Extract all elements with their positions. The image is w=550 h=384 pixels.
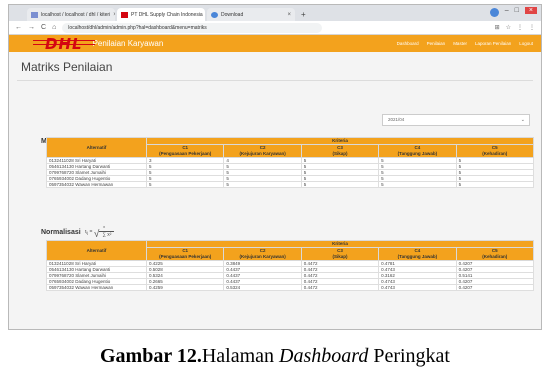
forward-icon[interactable]: → — [28, 24, 35, 31]
criteria-name: (Kehadiran) — [482, 151, 508, 156]
dhl-favicon-icon — [121, 11, 128, 18]
extensions-icon[interactable]: ⋮ — [517, 24, 523, 31]
criteria-col-header: C3 (Sikap) — [300, 247, 380, 261]
alternatif-header: Alternatif — [46, 137, 147, 158]
value-cell: 0.4207 — [455, 284, 535, 291]
maximize-icon[interactable]: □ — [515, 7, 519, 14]
new-tab-icon[interactable]: + — [301, 10, 306, 19]
minimize-icon[interactable]: – — [505, 7, 509, 14]
bookmark-star-icon[interactable]: ☆ — [506, 24, 511, 31]
dhl-logo[interactable]: DHL — [33, 36, 95, 51]
matriks-table: Alternatif Kriteria C1 (Penguasaan Pekerj… — [46, 137, 535, 188]
kriteria-header: Kriteria — [146, 240, 534, 248]
nav-item-logout[interactable]: Logout — [519, 41, 533, 46]
value-cell: 0.4472 — [300, 284, 380, 291]
nav-item-penilaian[interactable]: Penilaian — [427, 41, 446, 46]
profile-avatar-icon[interactable] — [490, 8, 499, 17]
browser-toolbar-icons: ⊞ ☆ ⋮ ⋮ — [495, 24, 535, 31]
phpmyadmin-icon — [31, 11, 38, 18]
translate-icon[interactable]: ⊞ — [495, 24, 500, 31]
value-cell: 5 — [145, 181, 225, 188]
criteria-col-header: C5 (Kehadiran) — [455, 144, 535, 158]
value-cell: 5 — [455, 181, 535, 188]
value-cell: 5 — [300, 181, 380, 188]
menu-icon[interactable]: ⋮ — [529, 24, 535, 31]
app-title[interactable]: Penilaian Karyawan — [93, 39, 164, 48]
browser-tab-active[interactable]: PT DHL Supply Chain Indonesia × — [117, 8, 205, 21]
window-close-icon[interactable]: × — [524, 7, 537, 14]
page-title: Matriks Penilaian — [21, 60, 113, 74]
browser-tab[interactable]: localhost / localhost / dhl / kiteri × — [27, 8, 115, 21]
criteria-name: (Tanggung Jawab) — [397, 254, 438, 259]
table-row: 0597354032 Wawan Hermawan 5 5 5 5 5 — [46, 181, 535, 188]
value-cell: 0.4743 — [378, 284, 457, 291]
reload-icon[interactable]: C — [41, 24, 46, 31]
value-cell: 0.4259 — [145, 284, 225, 291]
criteria-col-header: C1 (Penguasaan Pekerjaan) — [145, 144, 225, 158]
download-icon — [211, 11, 218, 18]
criteria-name: (Penguasaan Pekerjaan) — [159, 151, 212, 156]
normalisasi-section-heading: Normalisasi r ij = x √ ∑ x² — [39, 224, 115, 240]
nav-item-master[interactable]: Master — [453, 41, 467, 46]
value-cell: 5 — [378, 181, 457, 188]
normalisasi-table: Alternatif Kriteria C1 (Penguasaan Pekerj… — [46, 240, 535, 291]
criteria-name: (Tanggung Jawab) — [397, 151, 438, 156]
window-controls: – □ × — [505, 7, 537, 14]
value-cell: 5 — [223, 181, 302, 188]
criteria-name: (Kehadiran) — [482, 254, 508, 259]
criteria-name: (Sikap) — [332, 151, 348, 156]
criteria-col-header: C2 (Kejujuran Karyawan) — [223, 144, 302, 158]
home-icon[interactable]: ⌂ — [52, 24, 56, 31]
tab-label: Download — [221, 11, 244, 18]
criteria-name: (Sikap) — [332, 254, 348, 259]
tab-label: PT DHL Supply Chain Indonesia — [131, 11, 203, 18]
close-icon[interactable]: × — [113, 12, 115, 18]
period-select[interactable]: 2021/04 ⌄ — [382, 114, 530, 126]
nav-menu: Dashboard Penilaian Master Laporan Penil… — [397, 41, 541, 46]
criteria-col-header: C3 (Sikap) — [300, 144, 380, 158]
criteria-col-header: C4 (Tanggung Jawab) — [378, 247, 457, 261]
criteria-col-header: C4 (Tanggung Jawab) — [378, 144, 457, 158]
chevron-down-icon: ⌄ — [520, 117, 525, 123]
alternative-cell: 0597354032 Wawan Hermawan — [46, 181, 147, 188]
tab-label: localhost / localhost / dhl / kiteri — [41, 11, 111, 18]
alternatif-header: Alternatif — [46, 240, 147, 261]
browser-tab-bar: localhost / localhost / dhl / kiteri × P… — [9, 5, 541, 21]
value-cell: 0.5324 — [223, 284, 302, 291]
figure-caption: Gambar 12.Halaman Dashboard Peringkat — [0, 345, 550, 368]
caption-prefix: Gambar 12. — [100, 345, 202, 367]
back-icon[interactable]: ← — [15, 24, 22, 31]
app-navbar: DHL Penilaian Karyawan Dashboard Penilai… — [9, 35, 541, 52]
nav-item-dashboard[interactable]: Dashboard — [397, 41, 419, 46]
period-select-value: 2021/04 — [388, 117, 405, 122]
browser-tab[interactable]: Download × — [207, 8, 295, 21]
criteria-col-header: C1 (Penguasaan Pekerjaan) — [145, 247, 225, 261]
alternative-cell: 0597354032 Wawan Hermawan — [46, 284, 147, 291]
caption-text-a: Halaman — [201, 345, 280, 367]
criteria-col-header: C5 (Kehadiran) — [455, 247, 535, 261]
nav-item-laporan[interactable]: Laporan Penilaian — [475, 41, 511, 46]
caption-text-b: Peringkat — [368, 345, 450, 367]
table-row: 0597354032 Wawan Hermawan 0.4259 0.5324 … — [46, 284, 535, 291]
criteria-name: (Penguasaan Pekerjaan) — [159, 254, 212, 259]
criteria-name: (Kejujuran Karyawan) — [239, 254, 286, 259]
criteria-name: (Kejujuran Karyawan) — [239, 151, 286, 156]
normalisasi-title: Normalisasi — [41, 228, 81, 236]
caption-italic: Dashboard — [279, 345, 369, 367]
divider — [17, 80, 533, 81]
browser-address-bar: ← → C ⌂ localhost/dhl/admin/admin.php?ha… — [9, 21, 541, 35]
kriteria-header: Kriteria — [146, 137, 534, 145]
normalization-formula-icon: r ij = x √ ∑ x² — [85, 224, 115, 240]
close-icon[interactable]: × — [287, 12, 291, 18]
url-field[interactable]: localhost/dhl/admin/admin.php?hal=dashbo… — [62, 22, 323, 33]
criteria-col-header: C2 (Kejujuran Karyawan) — [223, 247, 302, 261]
main-content: Matriks Penilaian — [9, 60, 541, 81]
